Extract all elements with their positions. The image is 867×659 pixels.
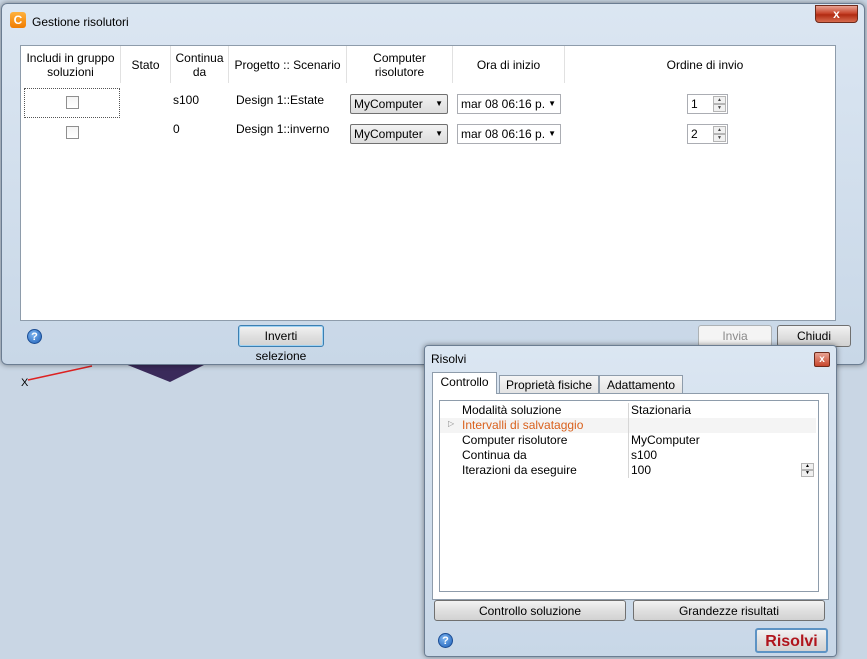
property-name: Computer risolutore bbox=[462, 433, 568, 447]
chevron-down-icon: ▼ bbox=[548, 129, 556, 138]
col-header-ora[interactable]: Ora di inizio bbox=[453, 46, 565, 83]
spin-down-icon[interactable]: ▼ bbox=[801, 470, 814, 477]
property-row[interactable]: Modalità soluzione Stazionaria bbox=[440, 403, 816, 418]
app-logo-icon: C bbox=[10, 12, 26, 28]
divider bbox=[628, 418, 629, 433]
spinner-buttons[interactable]: ▲ ▼ bbox=[713, 96, 726, 112]
x-axis-label: X bbox=[21, 377, 29, 389]
close-window-button[interactable]: x bbox=[815, 5, 858, 23]
property-value[interactable]: 100 bbox=[631, 463, 651, 477]
property-grid: Modalità soluzione Stazionaria ▷ Interva… bbox=[439, 400, 819, 592]
tab-proprieta-fisiche[interactable]: Proprietà fisiche bbox=[499, 375, 599, 394]
computer-select[interactable]: MyComputer ▼ bbox=[350, 94, 448, 114]
col-header-continua[interactable]: Continua da bbox=[171, 46, 229, 83]
send-button[interactable]: Invia bbox=[698, 325, 772, 347]
help-icon[interactable]: ? bbox=[27, 329, 42, 344]
expand-arrow-icon[interactable]: ▷ bbox=[448, 419, 454, 428]
include-checkbox[interactable] bbox=[66, 126, 79, 139]
col-header-stato[interactable]: Stato bbox=[121, 46, 171, 83]
computer-select-value: MyComputer bbox=[354, 97, 423, 111]
invert-selection-button[interactable]: Inverti selezione bbox=[238, 325, 324, 363]
property-value[interactable]: MyComputer bbox=[631, 433, 700, 447]
x-axis-line bbox=[27, 365, 93, 381]
help-icon[interactable]: ? bbox=[438, 633, 453, 648]
col-header-progetto[interactable]: Progetto :: Scenario bbox=[229, 46, 347, 83]
divider bbox=[628, 433, 629, 448]
include-checkbox[interactable] bbox=[66, 96, 79, 109]
tab-controllo[interactable]: Controllo bbox=[432, 372, 497, 394]
property-row[interactable]: Iterazioni da eseguire 100 ▲ ▼ bbox=[440, 463, 816, 478]
tab-panel: Modalità soluzione Stazionaria ▷ Interva… bbox=[432, 393, 829, 600]
col-header-computer[interactable]: Computer risolutore bbox=[347, 46, 453, 83]
start-time-picker[interactable]: mar 08 06:16 p. ▼ bbox=[457, 124, 561, 144]
spin-down-icon[interactable]: ▼ bbox=[713, 134, 726, 142]
divider bbox=[628, 463, 629, 478]
close-window-button[interactable]: x bbox=[814, 352, 830, 367]
property-row[interactable]: Continua da s100 bbox=[440, 448, 816, 463]
iterations-spinner-buttons[interactable]: ▲ ▼ bbox=[801, 463, 814, 478]
col-header-ordine[interactable]: Ordine di invio bbox=[565, 46, 855, 83]
property-row[interactable]: ▷ Intervalli di salvataggio bbox=[440, 418, 816, 433]
property-value[interactable]: s100 bbox=[631, 448, 657, 462]
spin-down-icon[interactable]: ▼ bbox=[713, 104, 726, 112]
computer-select-value: MyComputer bbox=[354, 127, 423, 141]
spinner-buttons[interactable]: ▲ ▼ bbox=[713, 126, 726, 142]
divider bbox=[628, 403, 629, 418]
spin-up-icon[interactable]: ▲ bbox=[713, 96, 726, 104]
property-name: Modalità soluzione bbox=[462, 403, 562, 417]
titlebar[interactable]: C Gestione risolutori x bbox=[2, 4, 864, 34]
solve-button[interactable]: Risolvi bbox=[755, 628, 828, 653]
close-button[interactable]: Chiudi bbox=[777, 325, 851, 347]
property-name: Intervalli di salvataggio bbox=[462, 418, 584, 432]
property-name: Iterazioni da eseguire bbox=[462, 463, 577, 477]
order-spinner[interactable]: 2 ▲ ▼ bbox=[687, 124, 728, 144]
chevron-down-icon: ▼ bbox=[548, 99, 556, 108]
solution-control-button[interactable]: Controllo soluzione bbox=[434, 600, 626, 621]
property-value[interactable]: Stazionaria bbox=[631, 403, 691, 417]
spin-up-icon[interactable]: ▲ bbox=[801, 463, 814, 470]
solve-window-title: Risolvi bbox=[431, 352, 467, 366]
chevron-down-icon: ▼ bbox=[435, 129, 443, 138]
model-shape bbox=[120, 362, 210, 382]
order-spinner[interactable]: 1 ▲ ▼ bbox=[687, 94, 728, 114]
divider bbox=[628, 448, 629, 463]
order-value: 2 bbox=[691, 127, 698, 141]
result-quantities-button[interactable]: Grandezze risultati bbox=[633, 600, 825, 621]
property-name: Continua da bbox=[462, 448, 527, 462]
col-header-include[interactable]: Includi in gruppo soluzioni bbox=[21, 46, 121, 83]
project-scenario-value: Design 1::Estate bbox=[236, 93, 325, 107]
order-value: 1 bbox=[691, 97, 698, 111]
project-scenario-value: Design 1::inverno bbox=[236, 122, 330, 136]
solver-manager-window: C Gestione risolutori x Includi in grupp… bbox=[1, 3, 865, 365]
continua-da-value: 0 bbox=[173, 122, 180, 136]
computer-select[interactable]: MyComputer ▼ bbox=[350, 124, 448, 144]
tab-adattamento[interactable]: Adattamento bbox=[599, 375, 683, 394]
continua-da-value: s100 bbox=[173, 93, 200, 107]
solver-table: Includi in gruppo soluzioni Stato Contin… bbox=[20, 45, 836, 321]
start-time-value: mar 08 06:16 p. bbox=[461, 127, 546, 141]
property-row[interactable]: Computer risolutore MyComputer bbox=[440, 433, 816, 448]
chevron-down-icon: ▼ bbox=[435, 99, 443, 108]
start-time-value: mar 08 06:16 p. bbox=[461, 97, 546, 111]
window-title: Gestione risolutori bbox=[32, 15, 129, 29]
start-time-picker[interactable]: mar 08 06:16 p. ▼ bbox=[457, 94, 561, 114]
spin-up-icon[interactable]: ▲ bbox=[713, 126, 726, 134]
